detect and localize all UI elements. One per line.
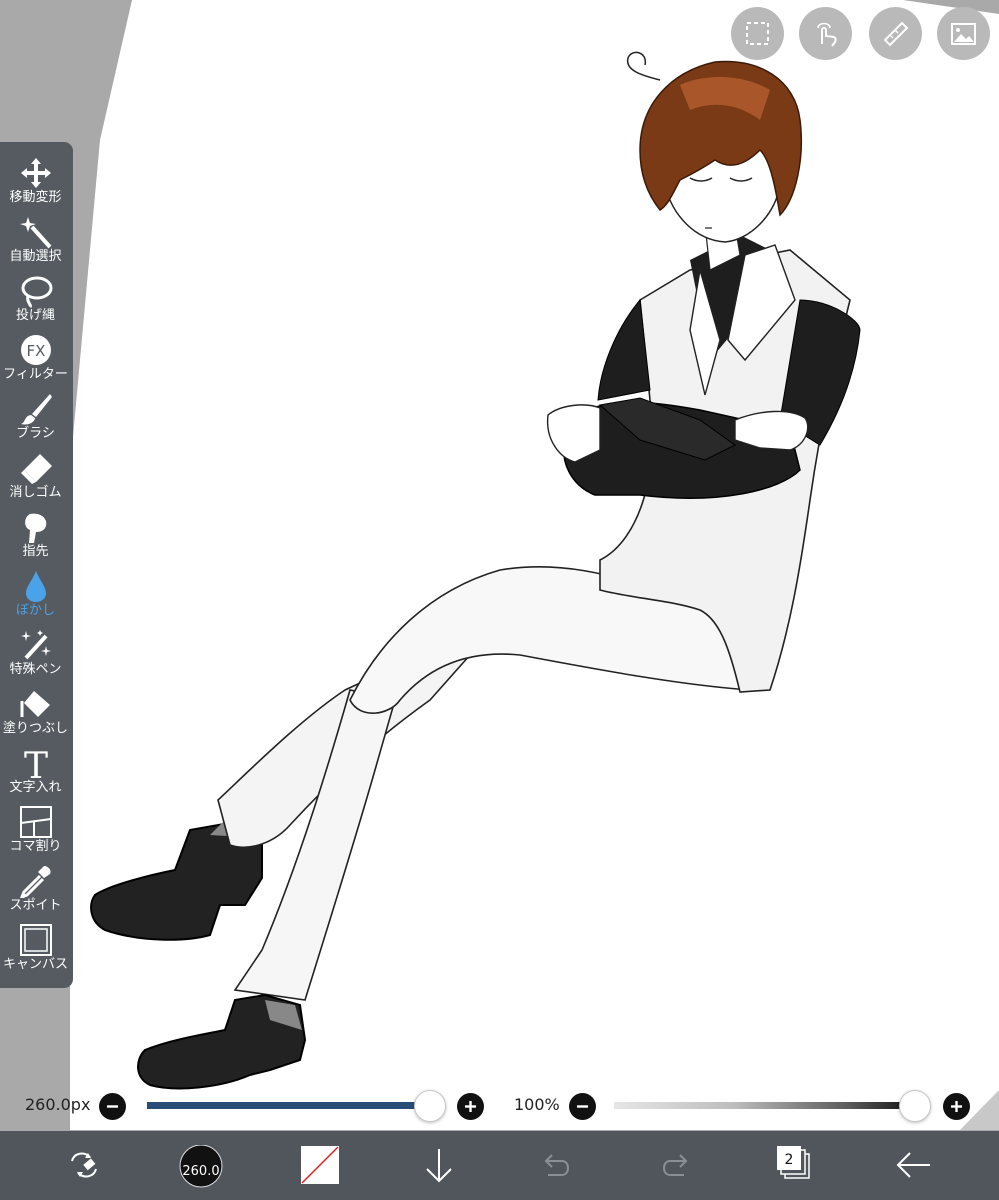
opacity-knob[interactable] — [899, 1090, 931, 1122]
slider-row: 260.0px 100% — [0, 1082, 999, 1130]
back-button[interactable] — [894, 1145, 934, 1185]
tool-move-transform[interactable]: 移動変形 — [0, 152, 73, 211]
back-arrow-icon — [896, 1152, 930, 1178]
panel-split-icon — [20, 806, 52, 838]
tool-label: ぼかし — [15, 603, 55, 618]
import-button[interactable] — [422, 1145, 456, 1185]
reference-image-button[interactable] — [937, 7, 990, 60]
brush-size-value: 260.0px — [25, 1095, 91, 1114]
touch-gesture-button[interactable] — [799, 7, 852, 60]
tool-palette: 移動変形 自動選択 投げ縄 FX フィルター ブラシ 消しゴム 指先 ぼかし 特… — [0, 142, 73, 988]
brush-size-slider[interactable] — [147, 1102, 429, 1109]
minus-icon — [577, 1105, 588, 1108]
redo-button[interactable] — [658, 1145, 692, 1185]
brush-size-preview-button[interactable]: 260.0 — [178, 1144, 224, 1188]
bottom-toolbar: 260.0 2 — [0, 1131, 999, 1200]
svg-text:T: T — [24, 746, 48, 780]
tool-label: キャンバス — [2, 957, 68, 972]
tool-label: 移動変形 — [9, 190, 62, 205]
tool-panel-split[interactable]: コマ割り — [0, 801, 73, 860]
tool-label: 投げ縄 — [15, 308, 55, 323]
tool-eyedropper[interactable]: スポイト — [0, 860, 73, 919]
redo-icon — [663, 1154, 688, 1176]
canvas-icon — [20, 924, 52, 956]
tool-eraser[interactable]: 消しゴム — [0, 447, 73, 506]
tool-brush[interactable]: ブラシ — [0, 388, 73, 447]
text-icon: T — [24, 746, 48, 780]
selection-button[interactable] — [731, 7, 784, 60]
tool-filter[interactable]: FX フィルター — [0, 329, 73, 388]
layers-icon: 2 — [777, 1146, 810, 1179]
tool-text[interactable]: T 文字入れ — [0, 742, 73, 801]
brush-icon — [21, 394, 52, 425]
tool-blur[interactable]: ぼかし — [0, 565, 73, 624]
opacity-slider[interactable] — [614, 1102, 914, 1109]
reference-image-icon — [951, 23, 976, 45]
tool-special-pen[interactable]: 特殊ペン — [0, 624, 73, 683]
artwork — [70, 0, 999, 1130]
svg-text:2: 2 — [785, 1152, 794, 1168]
plus-icon — [951, 1101, 962, 1112]
tool-label: コマ割り — [9, 839, 62, 854]
special-pen-icon — [21, 630, 51, 660]
minus-icon — [107, 1105, 118, 1108]
tool-label: 特殊ペン — [9, 662, 62, 677]
color-swatch-button[interactable] — [300, 1145, 340, 1185]
opacity-increase-button[interactable] — [943, 1093, 970, 1120]
tool-label: フィルター — [3, 367, 68, 382]
transform-swap-icon — [71, 1152, 97, 1178]
tool-canvas[interactable]: キャンバス — [0, 919, 73, 978]
touch-gesture-icon — [817, 22, 837, 47]
ruler-button[interactable] — [869, 7, 922, 60]
brush-size-decrease-button[interactable] — [99, 1093, 126, 1120]
layers-button[interactable]: 2 — [776, 1145, 816, 1185]
svg-text:FX: FX — [27, 342, 46, 360]
tool-label: ブラシ — [16, 426, 55, 441]
magic-wand-icon — [20, 217, 52, 249]
brush-size-increase-button[interactable] — [457, 1093, 484, 1120]
eyedropper-icon — [19, 866, 51, 898]
color-swatch-icon — [301, 1146, 339, 1184]
tool-label: 自動選択 — [9, 249, 62, 264]
finger-icon — [25, 513, 47, 543]
tool-label: スポイト — [9, 898, 62, 913]
eraser-icon — [21, 454, 52, 484]
blur-drop-icon — [26, 571, 46, 602]
transform-swap-button[interactable] — [64, 1145, 104, 1185]
brush-size-preview-icon: 260.0 — [179, 1144, 223, 1188]
tool-label: 文字入れ — [9, 780, 62, 795]
plus-icon — [465, 1101, 476, 1112]
move-icon — [21, 158, 51, 188]
fill-bucket-icon — [20, 691, 50, 717]
brush-size-knob[interactable] — [414, 1090, 446, 1122]
opacity-value: 100% — [514, 1095, 560, 1114]
tool-label: 塗りつぶし — [2, 721, 69, 736]
tool-finger[interactable]: 指先 — [0, 506, 73, 565]
undo-button[interactable] — [540, 1145, 574, 1185]
tool-lasso[interactable]: 投げ縄 — [0, 270, 73, 329]
import-arrow-icon — [426, 1149, 452, 1183]
tool-label: 消しゴム — [9, 485, 62, 500]
opacity-decrease-button[interactable] — [569, 1093, 596, 1120]
fx-icon: FX — [21, 335, 51, 365]
tool-fill[interactable]: 塗りつぶし — [0, 683, 73, 742]
ruler-icon — [883, 21, 909, 47]
tool-magic-wand[interactable]: 自動選択 — [0, 211, 73, 270]
undo-icon — [544, 1154, 569, 1176]
tool-label: 指先 — [22, 544, 49, 559]
selection-icon — [746, 22, 769, 45]
brush-size-fill — [147, 1102, 415, 1109]
lasso-icon — [21, 276, 53, 308]
drawing-canvas[interactable] — [0, 0, 999, 1200]
svg-text:260.0: 260.0 — [182, 1164, 219, 1179]
